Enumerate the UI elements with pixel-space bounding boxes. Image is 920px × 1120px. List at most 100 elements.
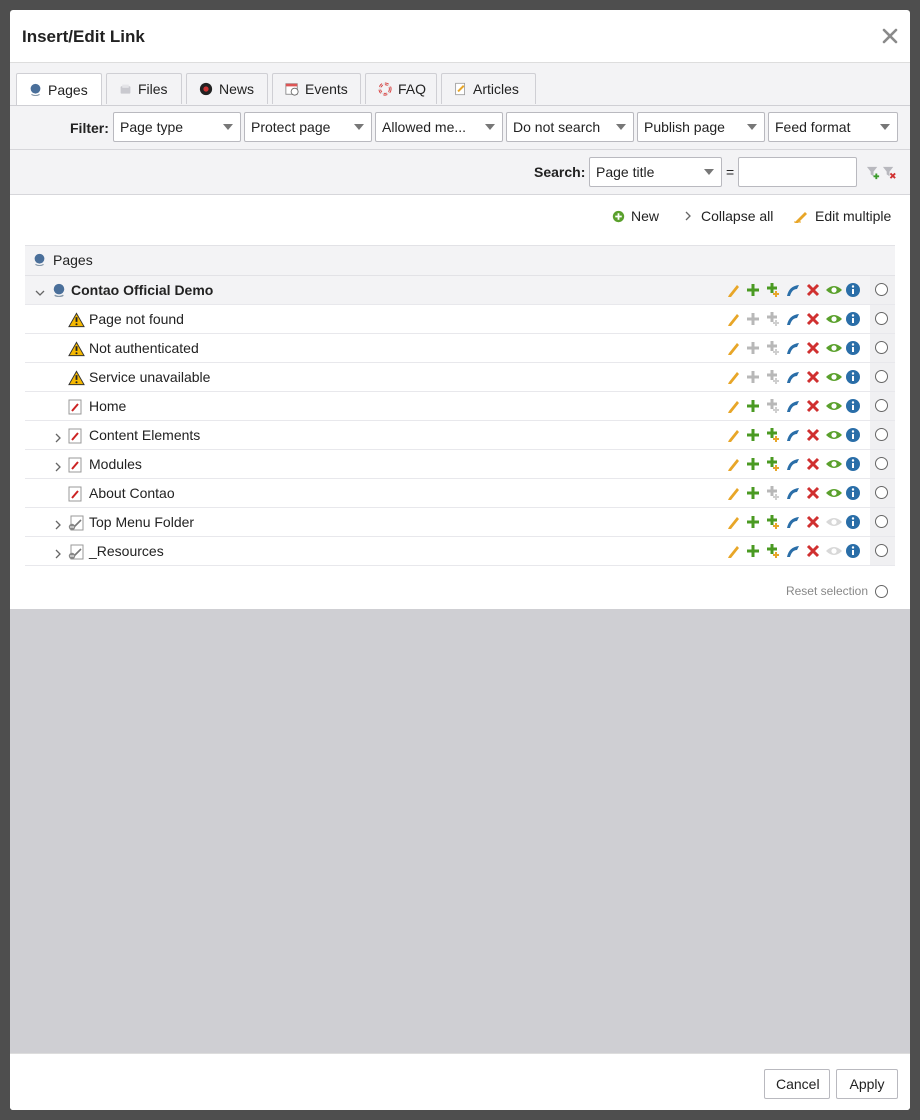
delete-icon[interactable] — [805, 282, 821, 298]
delete-icon[interactable] — [805, 340, 821, 356]
visibility-icon[interactable] — [825, 514, 842, 530]
tab-faq[interactable]: FAQ — [365, 73, 437, 104]
tree-row[interactable]: About Contao — [25, 479, 895, 508]
select-radio[interactable] — [875, 486, 888, 499]
tab-events[interactable]: Events — [272, 73, 361, 104]
visibility-icon[interactable] — [825, 398, 842, 414]
tree-row-label[interactable]: Top Menu Folder — [89, 514, 194, 530]
tree-row-label[interactable]: Page not found — [89, 311, 184, 327]
move-icon[interactable] — [785, 427, 801, 443]
paste-into-icon[interactable] — [765, 485, 781, 501]
paste-after-icon[interactable] — [745, 282, 761, 298]
paste-after-icon[interactable] — [745, 514, 761, 530]
paste-into-icon[interactable] — [765, 340, 781, 356]
select-radio[interactable] — [875, 457, 888, 470]
paste-into-icon[interactable] — [765, 282, 781, 298]
visibility-icon[interactable] — [825, 456, 842, 472]
search-input[interactable] — [738, 157, 857, 187]
edit-icon[interactable] — [725, 514, 741, 530]
info-icon[interactable] — [845, 282, 861, 298]
select-radio[interactable] — [875, 399, 888, 412]
tree-row[interactable]: Home — [25, 392, 895, 421]
tree-row[interactable]: Top Menu Folder — [25, 508, 895, 537]
close-button[interactable] — [878, 24, 902, 48]
info-icon[interactable] — [845, 485, 861, 501]
edit-icon[interactable] — [725, 369, 741, 385]
tree-row[interactable]: Service unavailable — [25, 363, 895, 392]
edit-icon[interactable] — [725, 340, 741, 356]
edit-icon[interactable] — [725, 311, 741, 327]
apply-button[interactable]: Apply — [836, 1069, 898, 1099]
tree-row-label[interactable]: Content Elements — [89, 427, 200, 443]
filter-do-not-search[interactable]: Do not search — [506, 112, 634, 142]
visibility-icon[interactable] — [825, 311, 842, 327]
tree-row-label[interactable]: Service unavailable — [89, 369, 210, 385]
chevron-right-icon[interactable] — [53, 517, 63, 530]
paste-after-icon[interactable] — [745, 311, 761, 327]
chevron-right-icon[interactable] — [53, 430, 63, 443]
chevron-right-icon[interactable] — [53, 459, 63, 472]
select-radio[interactable] — [875, 544, 888, 557]
new-button[interactable]: New — [612, 204, 659, 228]
move-icon[interactable] — [785, 543, 801, 559]
info-icon[interactable] — [845, 369, 861, 385]
filter-publish-page[interactable]: Publish page — [637, 112, 765, 142]
delete-icon[interactable] — [805, 311, 821, 327]
edit-icon[interactable] — [725, 398, 741, 414]
move-icon[interactable] — [785, 282, 801, 298]
edit-icon[interactable] — [725, 485, 741, 501]
search-field-select[interactable]: Page title — [589, 157, 722, 187]
move-icon[interactable] — [785, 340, 801, 356]
tree-row-label[interactable]: About Contao — [89, 485, 175, 501]
paste-after-icon[interactable] — [745, 340, 761, 356]
select-radio[interactable] — [875, 428, 888, 441]
info-icon[interactable] — [845, 398, 861, 414]
info-icon[interactable] — [845, 427, 861, 443]
collapse-all-button[interactable]: Collapse all — [683, 204, 773, 228]
tree-row[interactable]: Not authenticated — [25, 334, 895, 363]
select-radio[interactable] — [875, 370, 888, 383]
tree-row-label[interactable]: Home — [89, 398, 126, 414]
filter-page-type[interactable]: Page type — [113, 112, 241, 142]
edit-icon[interactable] — [725, 543, 741, 559]
paste-after-icon[interactable] — [745, 398, 761, 414]
select-radio[interactable] — [875, 515, 888, 528]
paste-after-icon[interactable] — [745, 427, 761, 443]
paste-after-icon[interactable] — [745, 543, 761, 559]
tree-row[interactable]: Contao Official Demo — [25, 276, 895, 305]
visibility-icon[interactable] — [825, 543, 842, 559]
delete-icon[interactable] — [805, 369, 821, 385]
info-icon[interactable] — [845, 514, 861, 530]
tree-row-label[interactable]: _Resources — [89, 543, 164, 559]
filter-clear-icon[interactable] — [882, 165, 897, 180]
cancel-button[interactable]: Cancel — [764, 1069, 830, 1099]
tab-files[interactable]: Files — [106, 73, 182, 104]
delete-icon[interactable] — [805, 398, 821, 414]
tree-row[interactable]: Page not found — [25, 305, 895, 334]
paste-after-icon[interactable] — [745, 369, 761, 385]
paste-into-icon[interactable] — [765, 398, 781, 414]
filter-add-icon[interactable] — [866, 165, 881, 180]
delete-icon[interactable] — [805, 543, 821, 559]
move-icon[interactable] — [785, 398, 801, 414]
edit-icon[interactable] — [725, 282, 741, 298]
delete-icon[interactable] — [805, 514, 821, 530]
info-icon[interactable] — [845, 456, 861, 472]
select-radio[interactable] — [875, 283, 888, 296]
visibility-icon[interactable] — [825, 427, 842, 443]
delete-icon[interactable] — [805, 456, 821, 472]
paste-after-icon[interactable] — [745, 456, 761, 472]
paste-into-icon[interactable] — [765, 369, 781, 385]
edit-multiple-button[interactable]: Edit multiple — [793, 204, 891, 228]
paste-into-icon[interactable] — [765, 514, 781, 530]
paste-into-icon[interactable] — [765, 456, 781, 472]
tree-row-label[interactable]: Modules — [89, 456, 142, 472]
tab-pages[interactable]: Pages — [16, 73, 102, 105]
move-icon[interactable] — [785, 456, 801, 472]
tab-news[interactable]: News — [186, 73, 268, 104]
chevron-down-icon[interactable] — [35, 285, 45, 296]
edit-icon[interactable] — [725, 427, 741, 443]
tree-row-label[interactable]: Contao Official Demo — [71, 282, 213, 298]
select-radio[interactable] — [875, 312, 888, 325]
tree-row[interactable]: _Resources — [25, 537, 895, 566]
